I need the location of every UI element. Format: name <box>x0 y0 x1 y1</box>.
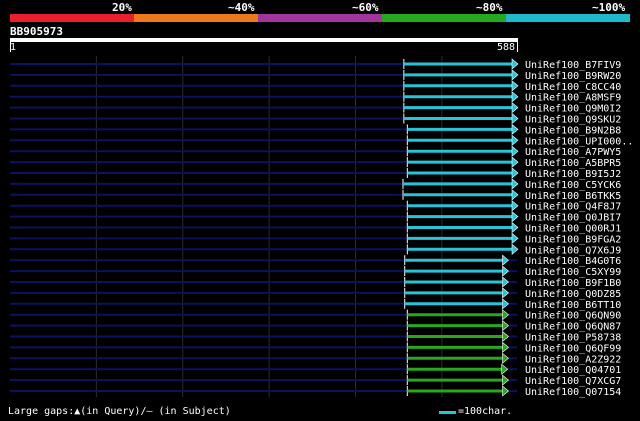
hit-arrow-icon <box>502 374 509 386</box>
hit-label: UniRef100_B6TKK5 <box>525 191 621 202</box>
hit-arrow-icon <box>502 254 509 266</box>
scale-label: =100char. <box>458 406 513 417</box>
hit-arrow-icon <box>502 352 509 364</box>
hit-arrow-icon <box>502 319 509 332</box>
hit-arrow-icon <box>511 80 519 92</box>
hit-arrow-icon <box>511 58 519 70</box>
hit-arrow-icon <box>501 363 509 375</box>
hit-label: UniRef100_B9RW20 <box>525 71 621 82</box>
hit-arrow-icon <box>502 309 509 321</box>
hit-arrow-icon <box>511 167 519 179</box>
hit-label: UniRef100_A2Z922 <box>525 354 621 365</box>
hit-label: UniRef100_Q04701 <box>525 365 621 376</box>
hit-arrow-icon <box>502 298 509 310</box>
hit-label: UniRef100_Q07154 <box>525 387 621 398</box>
hit-label: UniRef100_B9N2B8 <box>525 125 621 136</box>
hit-arrow-icon <box>511 156 519 168</box>
hit-arrow-icon <box>511 189 519 201</box>
hit-arrow-icon <box>511 232 519 245</box>
hit-arrow-icon <box>502 330 509 343</box>
hit-label: UniRef100_Q6QN90 <box>525 311 621 322</box>
hit-label: UniRef100_Q4F8J7 <box>525 202 621 213</box>
hit-label: UniRef100_A8MSF9 <box>525 93 621 104</box>
hit-label: UniRef100_Q7XCG7 <box>525 376 621 387</box>
hit-label: UniRef100_UPI000.. <box>525 136 633 147</box>
hit-label: UniRef100_Q6QN87 <box>525 322 621 333</box>
hit-label: UniRef100_P58738 <box>525 333 621 344</box>
hit-arrow-icon <box>511 221 519 234</box>
hit-arrow-icon <box>502 265 509 277</box>
hit-label: UniRef100_Q6QF99 <box>525 343 621 354</box>
hit-label: UniRef100_B9F1B0 <box>525 278 621 289</box>
hit-label: UniRef100_C5YCK6 <box>525 180 621 191</box>
hit-arrow-icon <box>511 91 519 103</box>
hit-arrow-icon <box>511 101 519 114</box>
hit-label: UniRef100_A5BPR5 <box>525 158 621 169</box>
hit-arrow-icon <box>511 134 519 146</box>
hit-arrow-icon <box>502 341 509 354</box>
hit-arrow-icon <box>511 200 519 212</box>
scale-bar <box>439 411 456 414</box>
hit-arrow-icon <box>511 243 519 255</box>
hit-arrow-icon <box>502 385 509 397</box>
hit-label: UniRef100_Q0DZ85 <box>525 289 621 300</box>
hit-label: UniRef100_A7PWY5 <box>525 147 621 158</box>
hit-label: UniRef100_B9FGA2 <box>525 234 621 245</box>
hit-label: UniRef100_B4G0T6 <box>525 256 621 267</box>
hit-arrow-icon <box>511 210 519 223</box>
hit-arrow-icon <box>502 287 509 299</box>
hit-label: UniRef100_Q9SKU2 <box>525 115 621 126</box>
hit-label: UniRef100_C8CC40 <box>525 82 621 93</box>
hit-label: UniRef100_B6TT10 <box>525 300 621 311</box>
hit-label: UniRef100_Q9M0I2 <box>525 104 621 115</box>
hit-label: UniRef100_Q0JBI7 <box>525 213 621 224</box>
hit-label: UniRef100_Q00RJ1 <box>525 224 621 235</box>
hit-arrow-icon <box>511 145 519 157</box>
hit-arrow-icon <box>511 112 519 125</box>
hit-label: UniRef100_B7FIV9 <box>525 60 621 71</box>
hit-label: UniRef100_C5XY99 <box>525 267 621 278</box>
large-gaps-legend: Large gaps:▲(in Query)/– (in Subject) <box>8 406 231 417</box>
hit-arrow-icon <box>511 178 519 190</box>
alignment-plot: UniRef100_B7FIV9UniRef100_B9RW20UniRef10… <box>10 56 633 398</box>
hit-arrow-icon <box>511 69 519 81</box>
hit-label: UniRef100_Q7X6J9 <box>525 245 621 256</box>
hit-label: UniRef100_B9I5J2 <box>525 169 621 180</box>
hit-arrow-icon <box>502 276 509 288</box>
hit-arrow-icon <box>511 123 519 136</box>
